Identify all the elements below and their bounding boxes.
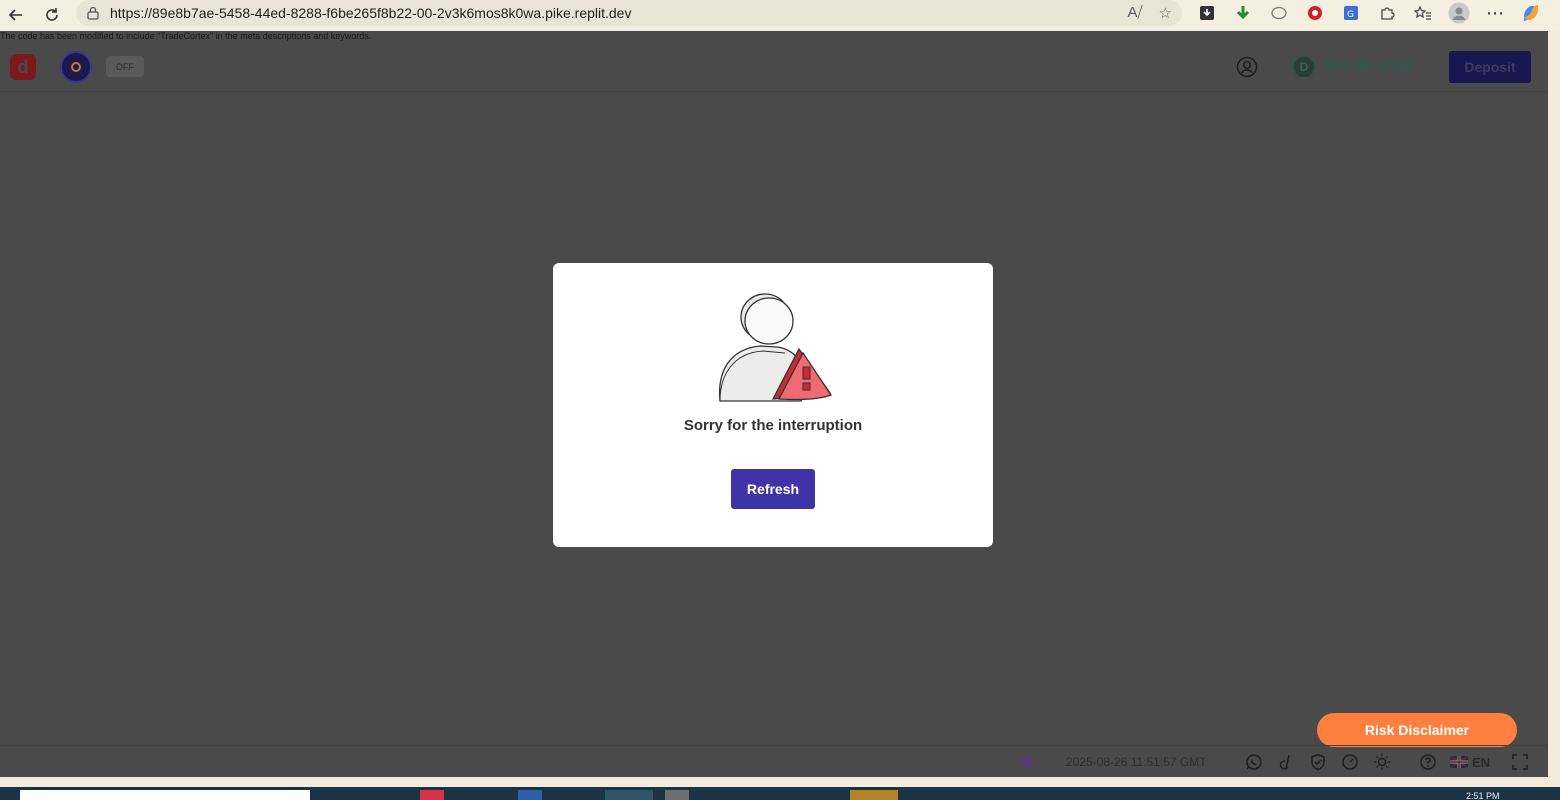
extensions-puzzle-icon[interactable] bbox=[1376, 2, 1398, 24]
help-icon[interactable] bbox=[1418, 752, 1438, 772]
risk-disclaimer-button[interactable]: Risk Disclaimer bbox=[1317, 713, 1517, 747]
responsible-trading-shield-icon[interactable] bbox=[1308, 752, 1328, 772]
favorites-list-icon[interactable] bbox=[1412, 2, 1434, 24]
downloads-icon[interactable] bbox=[1196, 2, 1218, 24]
address-bar[interactable]: https://89e8b7ae-5458-44ed-8288-f6be265f… bbox=[76, 0, 1182, 26]
user-warning-illustration bbox=[718, 293, 832, 402]
taskbar-clock: 2:51 PM bbox=[1466, 791, 1500, 800]
app-footer: 2025-08-26 11:51:57 GMT EN bbox=[0, 745, 1548, 777]
taskbar-app-2[interactable] bbox=[518, 790, 542, 800]
uk-flag-icon bbox=[1449, 755, 1469, 769]
svg-text:G: G bbox=[1347, 10, 1354, 20]
back-arrow-icon bbox=[8, 9, 22, 21]
connection-status-dot bbox=[1022, 756, 1033, 767]
translate-icon[interactable]: G bbox=[1340, 2, 1362, 24]
reload-button[interactable] bbox=[38, 1, 66, 29]
taskbar-app-4[interactable] bbox=[665, 790, 689, 800]
fullscreen-icon[interactable] bbox=[1510, 752, 1530, 772]
auto-trade-toggle[interactable]: OFF bbox=[106, 56, 144, 77]
badge-emblem-icon bbox=[71, 62, 81, 72]
copilot-icon[interactable] bbox=[1520, 2, 1542, 24]
whatsapp-icon[interactable] bbox=[1244, 752, 1264, 772]
favorite-star-icon[interactable]: ☆ bbox=[1159, 4, 1172, 22]
app-header: d OFF D 491.97 USD Deposit bbox=[0, 42, 1548, 92]
app-logo: d bbox=[10, 54, 36, 80]
deposit-button[interactable]: Deposit bbox=[1449, 51, 1531, 83]
interruption-modal: Sorry for the interruption Refresh bbox=[553, 263, 993, 547]
extension-cloud-icon[interactable] bbox=[1268, 2, 1290, 24]
taskbar-app-3[interactable] bbox=[605, 790, 653, 800]
more-options-icon[interactable]: ⋯ bbox=[1484, 2, 1506, 24]
extension-red-icon[interactable] bbox=[1304, 2, 1326, 24]
language-selector[interactable]: EN bbox=[1449, 754, 1491, 770]
currency-coin-icon: D bbox=[1292, 55, 1316, 79]
read-aloud-icon[interactable]: A⧸ bbox=[1127, 4, 1142, 22]
gauge-icon[interactable] bbox=[1340, 752, 1360, 772]
refresh-button[interactable]: Refresh bbox=[731, 469, 815, 509]
taskbar-thumbnail[interactable] bbox=[20, 790, 310, 800]
url-text: https://89e8b7ae-5458-44ed-8288-f6be265f… bbox=[110, 5, 632, 21]
profile-avatar-icon[interactable] bbox=[1448, 2, 1470, 24]
deriv-logo-icon[interactable] bbox=[1276, 752, 1296, 772]
browser-toolbar: https://89e8b7ae-5458-44ed-8288-f6be265f… bbox=[0, 0, 1560, 31]
account-icon[interactable] bbox=[1236, 56, 1258, 78]
window-bottom-edge bbox=[0, 777, 1560, 787]
window-right-edge bbox=[1548, 31, 1560, 777]
lock-icon bbox=[87, 6, 99, 20]
balance-amount: 491.97 USD bbox=[1324, 58, 1412, 75]
reload-icon bbox=[46, 8, 58, 21]
server-time: 2025-08-26 11:51:57 GMT bbox=[1066, 755, 1207, 769]
taskbar-app-1[interactable] bbox=[420, 790, 444, 800]
language-code: EN bbox=[1472, 754, 1491, 770]
page-notice: The code has been modified to include "T… bbox=[0, 31, 372, 41]
theme-sun-icon[interactable] bbox=[1372, 752, 1392, 772]
download-arrow-icon[interactable] bbox=[1232, 2, 1254, 24]
modal-title: Sorry for the interruption bbox=[683, 417, 863, 434]
back-button[interactable] bbox=[2, 1, 30, 29]
bot-badge[interactable] bbox=[60, 51, 92, 83]
taskbar-app-5[interactable] bbox=[850, 790, 898, 800]
account-balance[interactable]: D 491.97 USD bbox=[1292, 55, 1411, 79]
